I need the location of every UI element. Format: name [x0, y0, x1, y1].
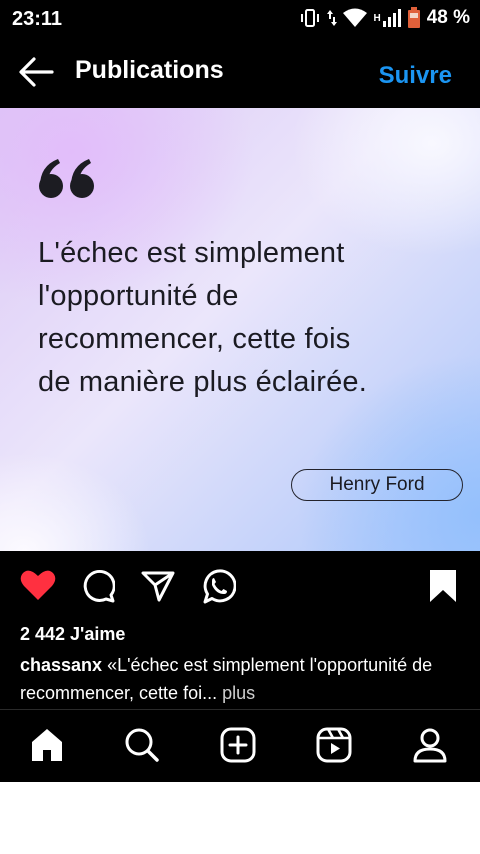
home-icon[interactable] [29, 727, 65, 763]
bookmark-filled-icon[interactable] [429, 569, 457, 603]
heart-filled-icon[interactable] [20, 569, 56, 601]
search-icon[interactable] [124, 727, 160, 763]
status-icons: H 48 % [299, 7, 470, 29]
quote-author: Henry Ford [291, 469, 463, 501]
signal-icon [382, 9, 401, 27]
whatsapp-icon[interactable] [200, 569, 236, 605]
likes-count[interactable]: 2 442 J'aime [20, 624, 125, 645]
status-bar: 23:11 H 48 % [0, 0, 480, 38]
app-screen: 23:11 H 48 % Publications Suivre L'échec… [0, 0, 480, 782]
add-post-icon[interactable] [220, 727, 256, 763]
quote-line: l'opportunité de [38, 280, 239, 312]
arrow-left-icon[interactable] [18, 56, 54, 88]
caption-more-link[interactable]: plus [217, 683, 255, 703]
data-arrows-icon [327, 10, 338, 26]
quote-mark-icon [39, 159, 94, 198]
post-caption: chassanx «L'échec est simplement l'oppor… [20, 651, 470, 707]
post-actions [0, 551, 480, 621]
send-icon[interactable] [141, 569, 175, 603]
caption-username[interactable]: chassanx [20, 655, 102, 675]
network-type: H [373, 12, 381, 24]
quote-line: recommencer, cette fois [38, 323, 351, 355]
battery-level: 48 % [426, 7, 470, 28]
wifi-icon [343, 8, 368, 27]
top-bar: Publications Suivre [0, 38, 480, 108]
profile-icon[interactable] [412, 727, 448, 763]
follow-button[interactable]: Suivre [379, 62, 452, 90]
vibrate-icon [301, 9, 320, 27]
bottom-nav [0, 710, 480, 782]
post-image[interactable]: L'échec est simplement l'opportunité de … [0, 108, 480, 551]
page-title: Publications [75, 56, 224, 84]
quote-line: de manière plus éclairée. [38, 366, 368, 398]
comment-icon[interactable] [81, 569, 115, 603]
quote-line: L'échec est simplement [38, 237, 345, 269]
reels-icon[interactable] [316, 727, 352, 763]
battery-icon [407, 7, 420, 28]
status-time: 23:11 [12, 8, 63, 30]
quote-text: L'échec est simplement l'opportunité de … [38, 232, 448, 404]
